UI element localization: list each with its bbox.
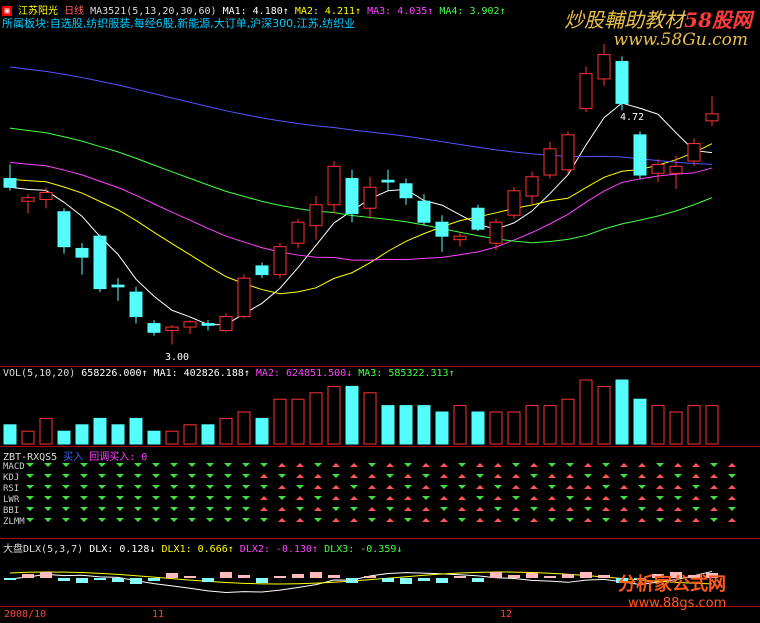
candle-body — [435, 221, 449, 237]
candle-body — [453, 235, 467, 241]
candle-body — [417, 200, 431, 223]
volume-panel[interactable]: VOL(5,10,20) 658226.000↑ MA1: 402826.188… — [0, 366, 760, 446]
time-label: 12 — [500, 609, 513, 620]
candle-body — [291, 221, 305, 244]
candle-body — [237, 277, 251, 318]
candle-body — [669, 165, 683, 174]
candle-body — [525, 176, 539, 197]
dlx2-value: DLX2: -0.130↑ — [239, 544, 319, 555]
bottom-url-watermark: www.88gs.com — [628, 596, 727, 611]
candle-body — [507, 190, 521, 216]
dlx-title: 大盘DLX(5,3,7) — [3, 544, 84, 555]
candle-body — [75, 247, 89, 258]
time-label: 11 — [152, 609, 165, 620]
dlx1-value: DLX1: 0.666↑ — [161, 544, 234, 555]
candle-body — [165, 326, 179, 332]
candle-body — [345, 178, 359, 214]
candle-body — [255, 265, 269, 276]
candle-body — [381, 179, 395, 183]
low-price-label: 3.00 — [165, 352, 190, 363]
volume-title: VOL(5,10,20) — [3, 368, 76, 379]
candle-body — [687, 143, 701, 162]
candle-body — [93, 235, 107, 290]
volume-ma1: MA1: 402826.188↑ — [153, 368, 250, 379]
indicator-label: KDJ — [3, 473, 20, 483]
candle-body — [489, 221, 503, 244]
candle-body — [399, 183, 413, 199]
candle-body — [615, 60, 629, 104]
indicator-label: BBI — [3, 506, 20, 516]
candle-body — [363, 186, 377, 209]
candle-body — [183, 321, 197, 328]
zbt-status-buy: 买入 — [63, 452, 84, 463]
ma-line — [9, 143, 713, 295]
candle-body — [201, 323, 215, 326]
candle-body — [147, 323, 161, 333]
bottom-brand-watermark: 分析家公式网 — [618, 574, 726, 595]
indicator-label: RSI — [3, 484, 20, 494]
dlx3-value: DLX3: -0.359↓ — [324, 544, 403, 555]
ma-line — [9, 102, 713, 326]
candle-body — [3, 178, 17, 188]
volume-value: 658226.000↑ — [81, 368, 148, 379]
candle-body — [219, 316, 233, 332]
dlx-value: DLX: 0.128↓ — [89, 544, 156, 555]
indicator-label: LWR — [3, 495, 20, 505]
zbt-panel[interactable]: ZBT-RXQS5 买入 回调买入: 0 MACD KDJ RSI LWR BB… — [0, 446, 760, 538]
ma-line — [9, 161, 713, 261]
candle-body — [543, 148, 557, 176]
high-price-label: 4.72 — [620, 112, 645, 123]
zbt-status-pullback: 回调买入: 0 — [89, 452, 148, 463]
volume-ma2: MA2: 624851.500↓ — [255, 368, 353, 379]
ma-line — [9, 127, 713, 244]
candle-body — [21, 197, 35, 202]
candle-body — [561, 134, 575, 171]
candle-body — [633, 134, 647, 176]
candle-body — [129, 291, 143, 318]
candle-body — [273, 246, 287, 276]
indicator-labels: MACD KDJ RSI LWR BBI ZLMM — [3, 462, 25, 528]
indicator-label: ZLMM — [3, 517, 25, 527]
candle-body — [309, 204, 323, 227]
candle-body — [705, 113, 719, 122]
indicator-label: MACD — [3, 462, 25, 472]
candle-body — [651, 164, 665, 174]
time-label: 2008/10 — [4, 609, 47, 620]
volume-ma3: MA3: 585322.313↑ — [358, 368, 455, 379]
candle-body — [111, 284, 125, 288]
candle-body — [57, 211, 71, 248]
candle-body — [471, 207, 485, 230]
candle-body — [327, 165, 341, 206]
candle-body — [579, 73, 593, 110]
candle-body — [597, 53, 611, 80]
candle-body — [39, 192, 53, 200]
